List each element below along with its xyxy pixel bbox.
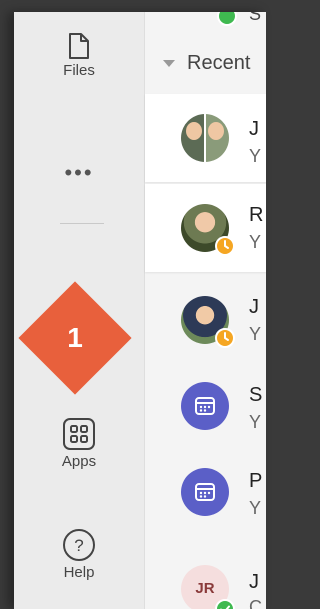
apps-label: Apps xyxy=(61,453,97,470)
more-icon: ••• xyxy=(64,160,94,185)
chat-preview: Y xyxy=(249,498,262,518)
calendar-icon xyxy=(195,397,215,415)
help-glyph: ? xyxy=(74,536,83,555)
recent-section-header[interactable]: Recent xyxy=(163,52,250,75)
chat-list-item[interactable]: J Y xyxy=(145,94,266,182)
chat-title: J xyxy=(249,118,259,140)
away-status-icon xyxy=(215,236,235,256)
apps-icon xyxy=(14,417,144,451)
more-apps-button[interactable]: ••• xyxy=(14,162,144,184)
group-avatar xyxy=(181,114,229,162)
chat-preview: Y xyxy=(249,146,262,166)
step-number-badge: 1 xyxy=(18,281,132,395)
chat-list-panel: S Recent J Y R Y J Y S Y P Y JR J C xyxy=(144,12,266,609)
away-status-icon xyxy=(215,328,235,348)
help-label: Help xyxy=(63,564,95,581)
chat-title: J xyxy=(249,571,259,593)
chat-title: S xyxy=(249,384,263,406)
chat-list-item[interactable]: J Y xyxy=(145,276,266,364)
chat-list-item[interactable]: P Y xyxy=(145,448,266,536)
help-icon: ? xyxy=(14,528,144,562)
rail-divider xyxy=(60,223,104,224)
available-status-icon xyxy=(215,599,235,609)
chat-title: J xyxy=(249,296,259,318)
chat-preview: Y xyxy=(249,412,262,432)
chat-preview: Y xyxy=(249,232,262,252)
chat-list-item[interactable]: S Y xyxy=(145,362,266,450)
chat-preview: Y xyxy=(249,324,262,344)
rail-item-help[interactable]: ? Help xyxy=(14,528,144,581)
files-label: Files xyxy=(63,62,95,79)
chat-title: R xyxy=(249,204,264,226)
meeting-avatar xyxy=(181,468,229,516)
chat-list-item[interactable]: R Y xyxy=(145,184,266,272)
recent-header-label: Recent xyxy=(187,52,251,74)
calendar-icon xyxy=(195,483,215,501)
step-number: 1 xyxy=(67,322,83,353)
rail-item-files[interactable]: Files xyxy=(14,32,144,79)
chat-title: P xyxy=(249,470,263,492)
chevron-down-icon xyxy=(163,60,175,68)
chat-list-item[interactable]: JR J C xyxy=(145,539,266,609)
rail-item-apps[interactable]: Apps xyxy=(14,417,144,470)
meeting-avatar xyxy=(181,382,229,430)
top-partial-text: S xyxy=(249,12,262,24)
available-status-icon xyxy=(217,12,237,26)
file-icon xyxy=(14,32,144,60)
chat-preview: C xyxy=(249,597,262,609)
